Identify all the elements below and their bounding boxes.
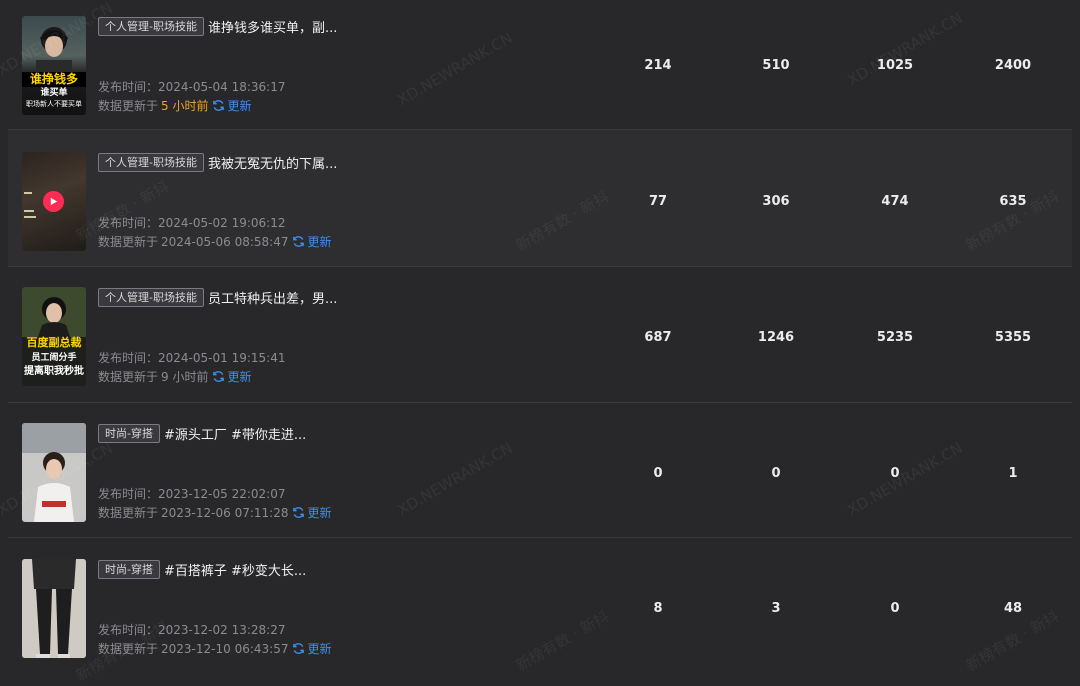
stat-value: 5355 xyxy=(994,330,1032,345)
publish-time: 发布时间：2024-05-02 19:06:12 xyxy=(98,216,286,230)
refresh-button[interactable]: 更新 xyxy=(292,504,331,521)
video-title[interactable]: 我被无冤无仇的下属... xyxy=(208,153,337,172)
video-info: 个人管理-职场技能 我被无冤无仇的下属... 发布时间：2024-05-02 1… xyxy=(98,152,348,249)
video-list: 谁挣钱多 谁买单 职场新人不要买单 个人管理-职场技能 谁挣钱多谁买单，副...… xyxy=(8,0,1072,670)
category-tag[interactable]: 个人管理-职场技能 xyxy=(98,152,204,172)
update-time: 数据更新于 2024-05-06 08:58:47 更新 xyxy=(98,233,332,250)
update-time: 数据更新于 2023-12-06 07:11:28 更新 xyxy=(98,504,332,521)
stat-value: 510 xyxy=(762,58,790,73)
stat-value: 48 xyxy=(1003,601,1023,616)
stat-value: 1 xyxy=(1008,466,1018,481)
stat-value: 0 xyxy=(653,466,663,481)
publish-time: 发布时间：2024-05-01 19:15:41 xyxy=(98,351,286,365)
stat-value: 306 xyxy=(762,194,790,209)
video-title[interactable]: #百搭裤子 #秒变大长... xyxy=(164,560,306,579)
category-tag[interactable]: 个人管理-职场技能 xyxy=(98,287,204,307)
stat-value: 3 xyxy=(771,601,781,616)
stat-value: 2400 xyxy=(994,58,1032,73)
thumb-caption-3: 职场新人不要买单 xyxy=(26,100,82,108)
update-time: 数据更新于 2023-12-10 06:43:57 更新 xyxy=(98,640,332,657)
stat-value: 1246 xyxy=(757,330,795,345)
thumb-caption-3: 提离职我秒批 xyxy=(24,366,84,377)
category-tag[interactable]: 时尚-穿搭 xyxy=(98,559,160,579)
stat-value: 474 xyxy=(881,194,909,209)
table-row[interactable]: 时尚-穿搭 #源头工厂 #带你走进... 发布时间：2023-12-05 22:… xyxy=(8,403,1072,538)
thumbnail-image xyxy=(22,423,86,522)
table-row[interactable]: 个人管理-职场技能 我被无冤无仇的下属... 发布时间：2024-05-02 1… xyxy=(8,130,1072,267)
refresh-button[interactable]: 更新 xyxy=(292,640,331,657)
stat-value: 5235 xyxy=(876,330,914,345)
refresh-button[interactable]: 更新 xyxy=(292,233,331,250)
stat-value: 214 xyxy=(644,58,672,73)
thumb-caption-2: 员工闹分手 xyxy=(31,353,77,363)
video-title[interactable]: 员工特种兵出差，男... xyxy=(208,288,337,307)
video-info: 时尚-穿搭 #源头工厂 #带你走进... 发布时间：2023-12-05 22:… xyxy=(98,423,348,520)
table-row[interactable]: 谁挣钱多 谁买单 职场新人不要买单 个人管理-职场技能 谁挣钱多谁买单，副...… xyxy=(8,0,1072,130)
video-title[interactable]: #源头工厂 #带你走进... xyxy=(164,424,306,443)
stat-value: 77 xyxy=(648,194,668,209)
video-thumbnail[interactable]: 百度副总裁 员工闹分手 提离职我秒批 xyxy=(22,287,86,386)
refresh-icon xyxy=(293,507,305,518)
publish-time: 发布时间：2024-05-04 18:36:17 xyxy=(98,80,286,94)
category-tag[interactable]: 时尚-穿搭 xyxy=(98,423,160,443)
stat-value: 0 xyxy=(771,466,781,481)
refresh-button[interactable]: 更新 xyxy=(212,97,251,114)
update-time: 数据更新于 9 小时前 更新 xyxy=(98,368,252,385)
refresh-icon xyxy=(293,236,305,247)
play-icon[interactable] xyxy=(43,191,64,212)
thumbnail-image xyxy=(22,559,86,658)
refresh-icon xyxy=(293,643,305,654)
update-time: 数据更新于 5 小时前 更新 xyxy=(98,97,252,114)
refresh-button[interactable]: 更新 xyxy=(212,368,251,385)
refresh-icon xyxy=(213,100,225,111)
thumb-caption-1: 百度副总裁 xyxy=(26,336,82,349)
video-thumbnail[interactable] xyxy=(22,152,86,251)
publish-time: 发布时间：2023-12-02 13:28:27 xyxy=(98,623,286,637)
stat-value: 635 xyxy=(999,194,1027,209)
publish-time: 发布时间：2023-12-05 22:02:07 xyxy=(98,487,286,501)
table-row[interactable]: 百度副总裁 员工闹分手 提离职我秒批 个人管理-职场技能 员工特种兵出差，男..… xyxy=(8,267,1072,403)
thumb-caption-1: 谁挣钱多 xyxy=(22,72,86,87)
category-tag[interactable]: 个人管理-职场技能 xyxy=(98,16,204,36)
video-thumbnail[interactable] xyxy=(22,559,86,658)
video-info: 个人管理-职场技能 员工特种兵出差，男... 发布时间：2024-05-01 1… xyxy=(98,287,348,384)
refresh-icon xyxy=(213,371,225,382)
video-thumbnail[interactable]: 谁挣钱多 谁买单 职场新人不要买单 xyxy=(22,16,86,115)
table-row[interactable]: 时尚-穿搭 #百搭裤子 #秒变大长... 发布时间：2023-12-02 13:… xyxy=(8,538,1072,670)
thumb-caption-2: 谁买单 xyxy=(40,88,68,98)
stat-value: 1025 xyxy=(876,58,914,73)
stat-value: 687 xyxy=(644,330,672,345)
video-title[interactable]: 谁挣钱多谁买单，副... xyxy=(208,17,337,36)
stat-value: 0 xyxy=(890,466,900,481)
video-thumbnail[interactable] xyxy=(22,423,86,522)
video-info: 时尚-穿搭 #百搭裤子 #秒变大长... 发布时间：2023-12-02 13:… xyxy=(98,559,348,656)
video-info: 个人管理-职场技能 谁挣钱多谁买单，副... 发布时间：2024-05-04 1… xyxy=(98,16,348,113)
stat-value: 8 xyxy=(653,601,663,616)
stat-value: 0 xyxy=(890,601,900,616)
